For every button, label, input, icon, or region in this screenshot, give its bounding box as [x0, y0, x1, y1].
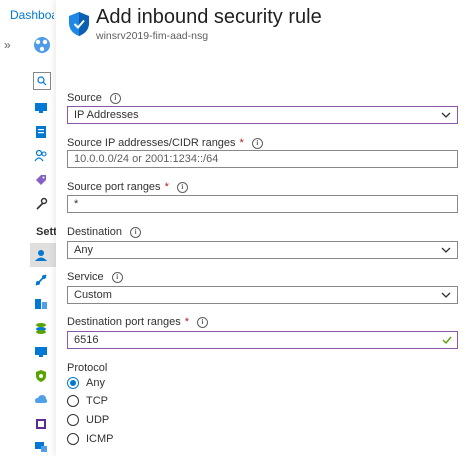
subnets-icon[interactable] [33, 320, 49, 336]
destination-label: Destination i [67, 226, 142, 238]
source-ports-label: Source port ranges * i [67, 181, 188, 193]
access-control-icon[interactable] [33, 148, 49, 164]
settings-section-label: Settings [36, 226, 56, 238]
service-label: Service i [67, 271, 123, 283]
radio-button[interactable] [67, 377, 79, 389]
destination-ports-input[interactable]: 6516 [67, 331, 458, 349]
service-dropdown[interactable]: Custom [67, 286, 458, 304]
destination-dropdown[interactable]: Any [67, 241, 458, 259]
properties-icon[interactable] [33, 344, 49, 360]
radio-button[interactable] [67, 395, 79, 407]
source-ports-input[interactable]: * [67, 195, 458, 213]
info-icon[interactable]: i [176, 181, 188, 193]
overview-icon[interactable] [33, 100, 49, 116]
info-icon[interactable]: i [109, 92, 121, 104]
page-title: Add inbound security rule [96, 6, 322, 28]
add-inbound-rule-pane: Add inbound security rule winsrv2019-fim… [56, 0, 474, 456]
diagnose-icon[interactable] [33, 196, 49, 212]
source-ip-input[interactable]: 10.0.0.0/24 or 2001:1234::/64 [67, 150, 458, 168]
required-mark: * [164, 181, 169, 193]
effective-rules-icon[interactable] [33, 416, 49, 432]
source-ip-label: Source IP addresses/CIDR ranges * i [67, 137, 263, 149]
breadcrumb-dashboard[interactable]: Dashboard [10, 8, 54, 22]
network-interfaces-icon[interactable] [33, 296, 49, 312]
background-blade: Dashboard » Settings [0, 0, 57, 456]
chevron-down-icon [441, 112, 451, 118]
export-template-icon[interactable] [33, 392, 49, 408]
info-icon[interactable]: i [197, 316, 209, 328]
destination-ports-label: Destination port ranges * i [67, 316, 209, 328]
radio-button[interactable] [67, 414, 79, 426]
expand-menu-icon[interactable]: » [4, 38, 11, 52]
page-subtitle: winsrv2019-fim-aad-nsg [96, 30, 209, 42]
checkmark-icon [442, 336, 452, 345]
nsg-flow-logs-icon[interactable] [33, 438, 49, 454]
info-icon[interactable]: i [130, 226, 142, 238]
tags-icon[interactable] [33, 172, 49, 188]
chevron-down-icon [441, 247, 451, 253]
info-icon[interactable]: i [251, 137, 263, 149]
radio-button[interactable] [67, 433, 79, 445]
required-mark: * [239, 137, 244, 149]
chevron-down-icon [441, 292, 451, 298]
source-dropdown[interactable]: IP Addresses [67, 106, 458, 124]
left-search-box[interactable] [33, 72, 51, 90]
required-mark: * [184, 316, 190, 328]
protocol-option-icmp[interactable]: ICMP [67, 431, 114, 447]
locks-icon[interactable] [33, 368, 49, 384]
activity-log-icon[interactable] [33, 124, 49, 140]
outbound-rules-icon[interactable] [33, 272, 49, 288]
protocol-label: Protocol [67, 362, 108, 374]
info-icon[interactable]: i [111, 271, 123, 283]
shield-icon [69, 12, 89, 36]
protocol-option-any[interactable]: Any [67, 375, 105, 391]
network-security-group-icon [33, 36, 51, 54]
source-label: Source i [67, 92, 121, 104]
protocol-option-tcp[interactable]: TCP [67, 393, 108, 409]
protocol-option-udp[interactable]: UDP [67, 412, 109, 428]
search-icon [37, 76, 47, 86]
inbound-rules-icon[interactable] [33, 247, 49, 263]
